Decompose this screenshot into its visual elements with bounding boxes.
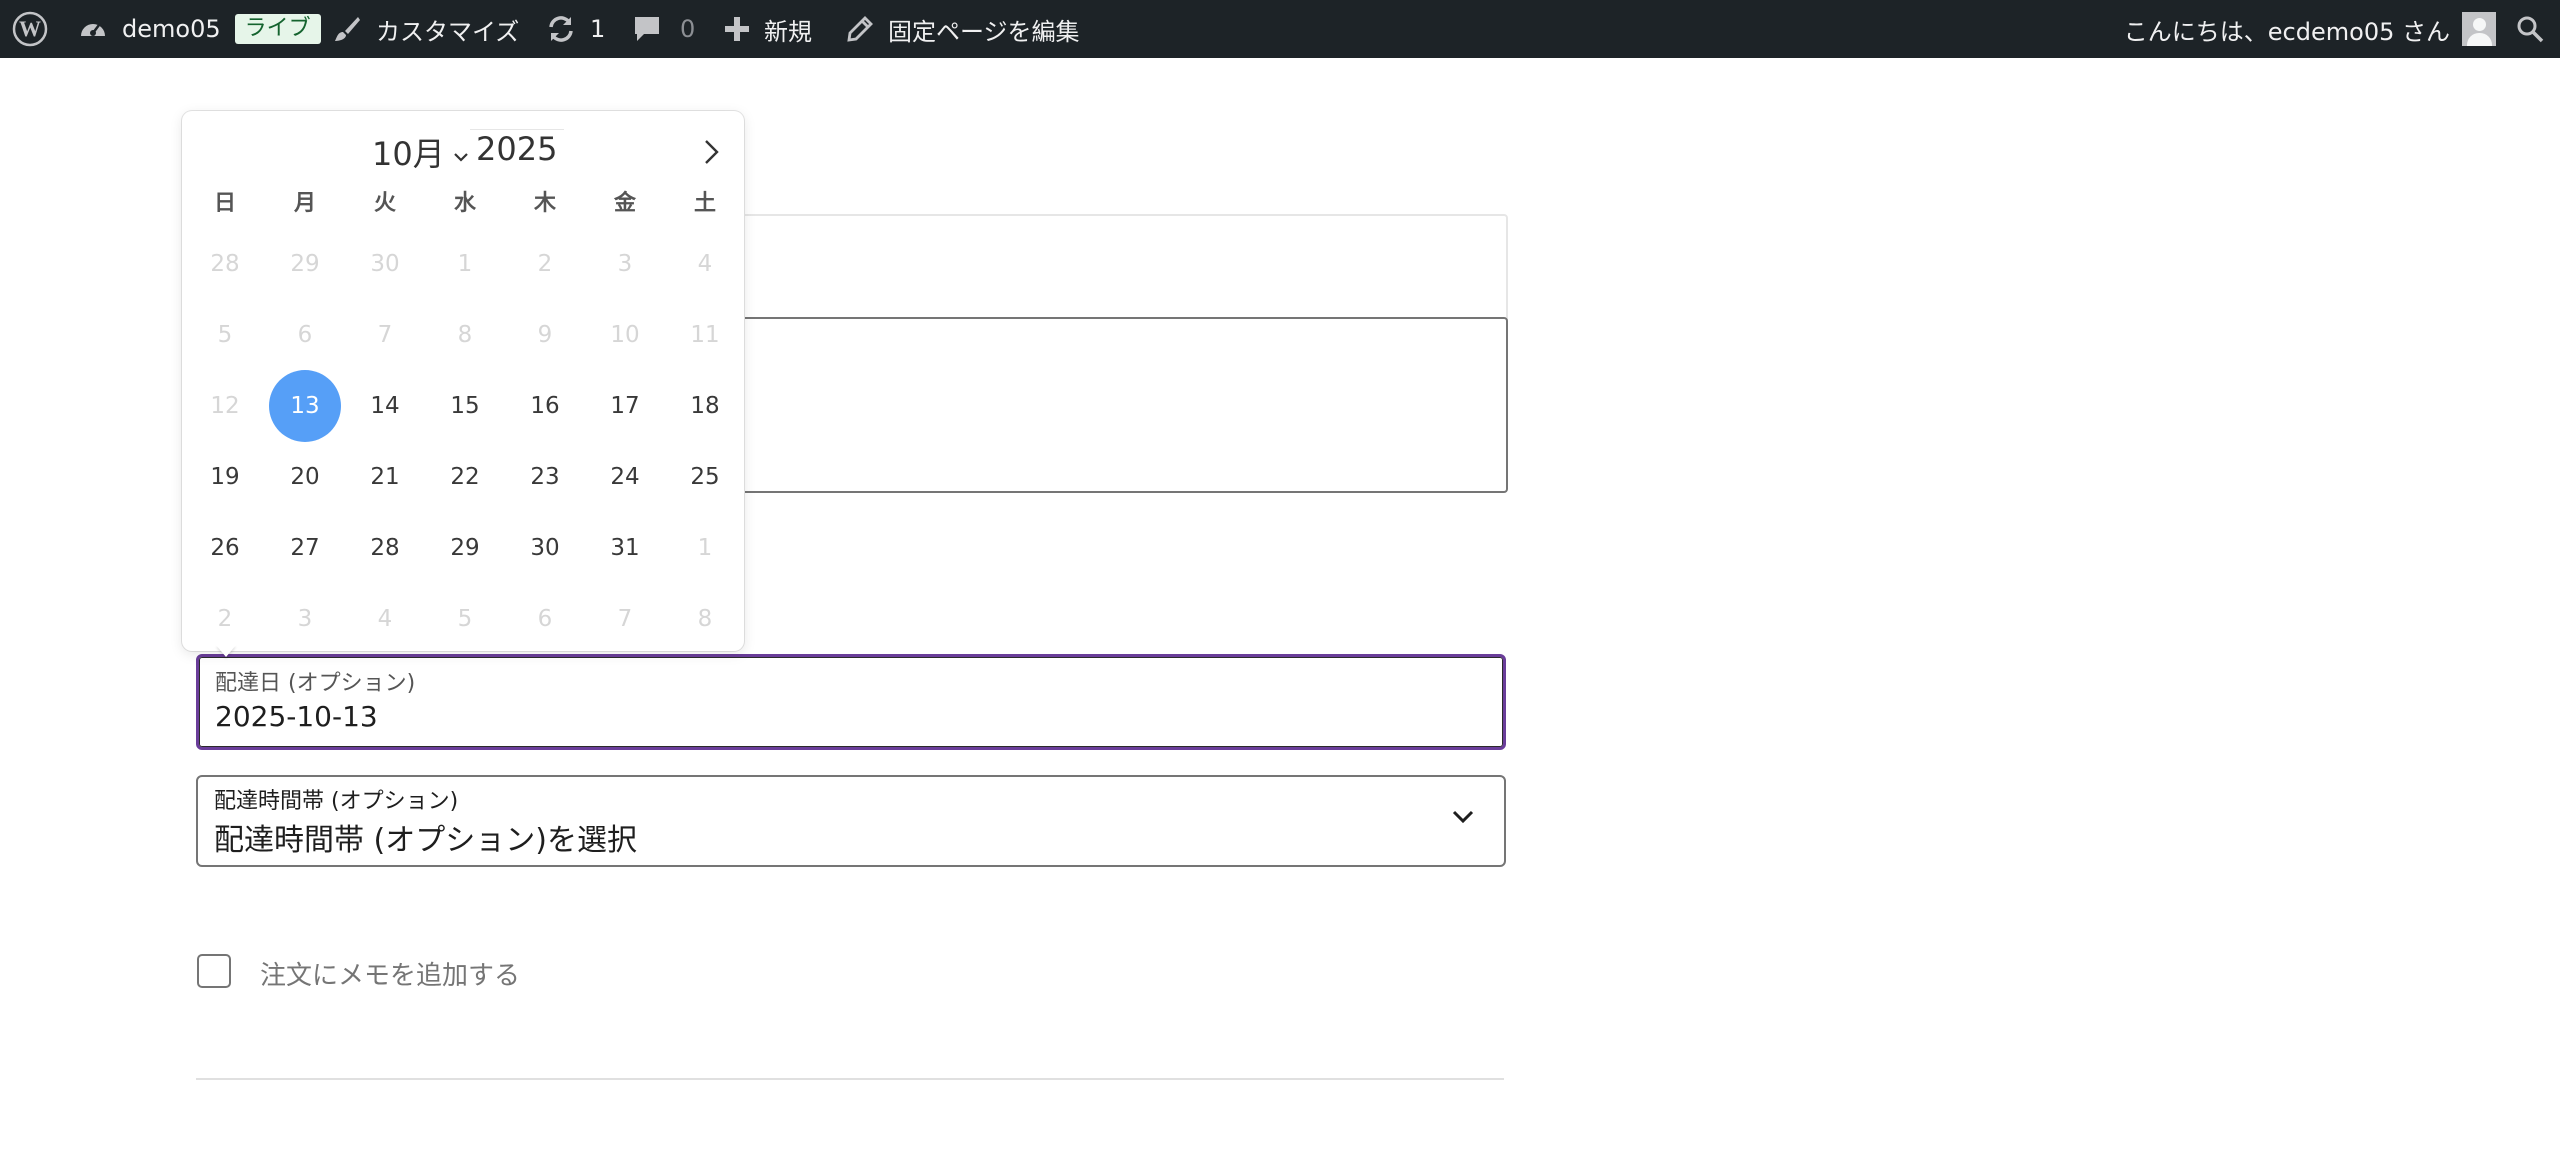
updates-menu[interactable]: 1 (546, 0, 605, 58)
customize-label: カスタマイズ (376, 17, 520, 46)
delivery-date-field[interactable]: 配達日 (オプション) 2025-10-13 (196, 654, 1506, 750)
calendar-day: 4 (697, 251, 713, 277)
calendar-day: 30 (370, 251, 400, 277)
delivery-time-label: 配達時間帯 (オプション) (214, 789, 459, 814)
calendar-day: 2 (537, 251, 553, 277)
weekday-label: 火 (373, 191, 396, 216)
calendar-day[interactable]: 24 (589, 441, 661, 513)
edit-page-menu[interactable]: 固定ページを編集 (846, 0, 1080, 58)
divider (196, 1078, 1504, 1080)
search-icon (2516, 15, 2544, 43)
update-icon (546, 14, 576, 44)
weekday-label: 土 (693, 191, 716, 216)
calendar-day: 4 (377, 606, 393, 632)
plus-icon (724, 16, 750, 42)
live-badge: ライブ (234, 14, 321, 44)
calendar-day: 12 (210, 393, 240, 419)
svg-text:W: W (19, 16, 41, 41)
calendar-day[interactable]: 18 (669, 370, 741, 442)
customize-menu[interactable]: カスタマイズ (332, 0, 519, 58)
calendar-day[interactable]: 19 (189, 441, 261, 513)
calendar-day[interactable]: 22 (429, 441, 501, 513)
comment-icon (632, 14, 662, 44)
calendar-day: 9 (537, 322, 553, 348)
calendar-day: 3 (297, 606, 313, 632)
date-picker-calendar: 10月 2025 日月火水木金土 28 29 30 1 2 3 4 5 6 7 8 9 10 11 12 13… (182, 111, 744, 657)
calendar-day[interactable]: 26 (189, 512, 261, 584)
calendar-day: 28 (210, 251, 240, 277)
delivery-date-label: 配達日 (オプション) (215, 671, 416, 696)
calendar-day: 1 (697, 535, 713, 561)
calendar-day: 29 (290, 251, 320, 277)
calendar-day[interactable]: 25 (669, 441, 741, 513)
updates-count: 1 (590, 15, 606, 43)
calendar-day[interactable]: 23 (509, 441, 581, 513)
admin-bar: W demo05 ライブ カスタマイズ 1 0 新規 固定ページを編集 こんにち… (0, 0, 2560, 58)
calendar-day: 11 (690, 322, 720, 348)
chevron-down-icon (453, 133, 469, 171)
calendar-day: 8 (697, 606, 713, 632)
site-name-menu[interactable]: demo05 ライブ (78, 0, 321, 58)
site-name: demo05 (122, 15, 221, 43)
delivery-date-value: 2025-10-13 (215, 700, 378, 733)
wordpress-logo-icon[interactable]: W (12, 0, 48, 58)
month-label: 10月 (372, 135, 445, 173)
weekday-label: 水 (453, 191, 476, 216)
calendar-day[interactable]: 20 (269, 441, 341, 513)
delivery-time-value: 配達時間帯 (オプション)を選択 (214, 823, 637, 858)
order-note-label[interactable]: 注文にメモを追加する (260, 955, 520, 992)
calendar-day: 6 (537, 606, 553, 632)
search-button[interactable] (2516, 0, 2544, 58)
selected-day[interactable]: 13 (269, 370, 341, 442)
next-month-button[interactable] (696, 137, 726, 167)
calendar-day: 2 (217, 606, 233, 632)
calendar-day[interactable]: 21 (349, 441, 421, 513)
delivery-time-select[interactable]: 配達時間帯 (オプション) 配達時間帯 (オプション)を選択 (196, 775, 1506, 867)
year-input[interactable]: 2025 (470, 129, 564, 169)
comments-menu[interactable]: 0 (632, 0, 695, 58)
avatar (2462, 12, 2496, 46)
pencil-icon (846, 15, 874, 43)
calendar-day: 7 (377, 322, 393, 348)
weekday-label: 月 (293, 191, 316, 216)
calendar-day: 3 (617, 251, 633, 277)
calendar-day: 1 (457, 251, 473, 277)
calendar-day[interactable]: 14 (349, 370, 421, 442)
weekday-label: 金 (613, 191, 636, 216)
weekday-label: 木 (533, 191, 556, 216)
calendar-day: 6 (297, 322, 313, 348)
calendar-day[interactable]: 27 (269, 512, 341, 584)
chevron-right-icon (696, 140, 726, 171)
brush-icon (332, 14, 362, 44)
calendar-day[interactable]: 17 (589, 370, 661, 442)
calendar-day[interactable]: 16 (509, 370, 581, 442)
chevron-down-icon (1452, 809, 1474, 828)
calendar-day: 5 (457, 606, 473, 632)
calendar-day[interactable]: 29 (429, 512, 501, 584)
edit-page-label: 固定ページを編集 (888, 17, 1080, 46)
month-select[interactable]: 10月 (372, 129, 469, 175)
my-account-menu[interactable]: こんにちは、ecdemo05 さん (2124, 0, 2496, 58)
dashboard-icon (78, 16, 108, 42)
order-note-checkbox[interactable] (197, 954, 231, 988)
weekday-label: 日 (213, 191, 236, 216)
calendar-day[interactable]: 15 (429, 370, 501, 442)
calendar-header: 10月 2025 (182, 123, 744, 173)
calendar-day: 5 (217, 322, 233, 348)
new-label: 新規 (764, 17, 812, 46)
new-content-menu[interactable]: 新規 (724, 0, 812, 58)
comments-count: 0 (680, 15, 696, 43)
greeting: こんにちは、ecdemo05 さん (2123, 17, 2450, 46)
calendar-day[interactable]: 31 (589, 512, 661, 584)
calendar-day[interactable]: 30 (509, 512, 581, 584)
calendar-day: 8 (457, 322, 473, 348)
calendar-day: 10 (610, 322, 640, 348)
calendar-day: 7 (617, 606, 633, 632)
calendar-day[interactable]: 28 (349, 512, 421, 584)
